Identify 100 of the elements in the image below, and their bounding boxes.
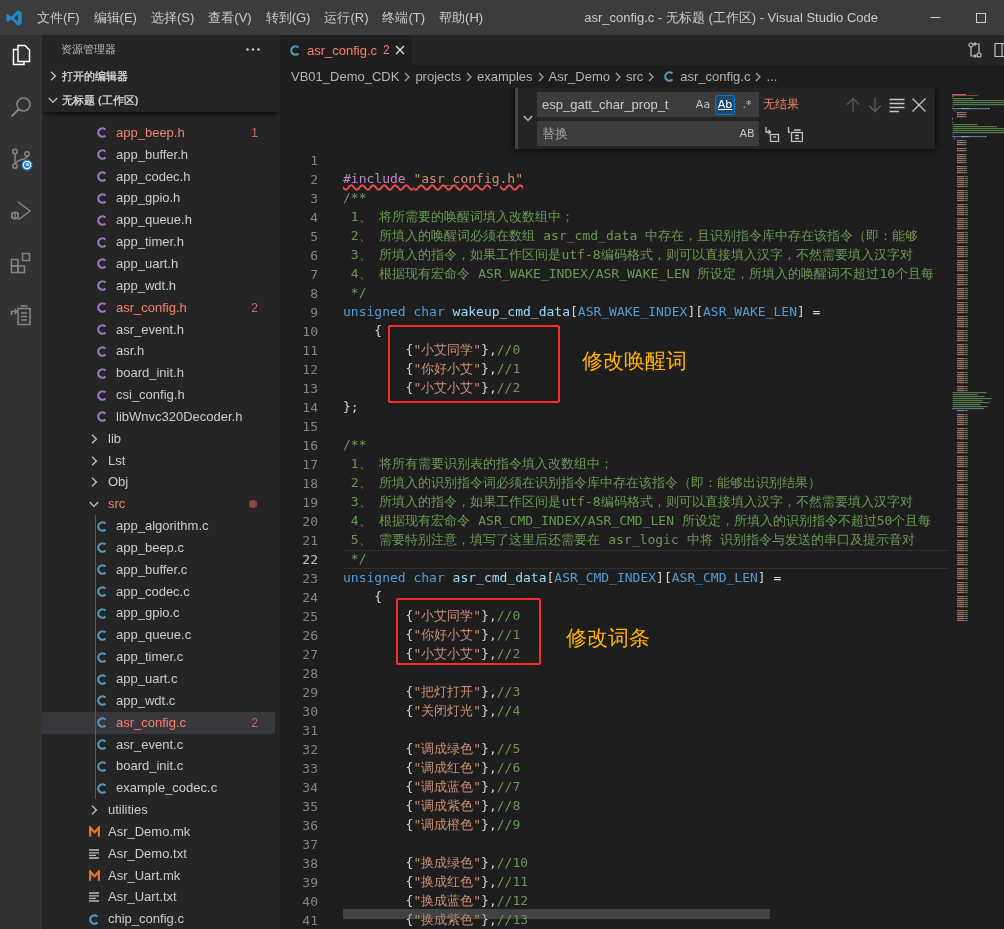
c-file-icon (97, 586, 107, 598)
code-line: {"调成红色"},//6 (405, 759, 521, 777)
menu-item[interactable]: 查看(V) (201, 0, 259, 35)
menu-item[interactable]: 文件(F) (30, 0, 87, 35)
code-line: {"小艾同学"},//0 (405, 341, 521, 359)
compare-icon[interactable] (967, 42, 983, 58)
code-line: { (374, 322, 383, 340)
tree-item[interactable]: utilities (42, 799, 275, 821)
line-number: 13 (301, 380, 318, 398)
section-header[interactable]: 打开的编辑器 (42, 64, 280, 88)
chevron-right-icon (404, 71, 411, 82)
more-icon[interactable] (246, 48, 260, 51)
code-line: {"小艾小艾"},//2 (405, 379, 521, 397)
code-line: {"换成紫色"},//13 (405, 911, 529, 929)
line-number: 7 (309, 266, 318, 284)
c-file-icon (97, 258, 107, 270)
tree-item[interactable]: Obj (42, 471, 275, 494)
breadcrumb-item[interactable]: asr_config.c (659, 69, 751, 84)
line-number: 36 (301, 817, 318, 835)
minimize-icon[interactable] (929, 17, 941, 18)
breadcrumb-item[interactable]: src (626, 69, 644, 84)
line-number: 24 (301, 589, 318, 607)
menu-item[interactable]: 选择(S) (143, 0, 202, 35)
preserve-case-button[interactable]: AB (737, 123, 757, 144)
chevron-right-icon (465, 71, 472, 82)
tree-item[interactable]: asr.h (42, 340, 275, 363)
regex-button[interactable]: .* (737, 94, 757, 115)
code-line: {"调成绿色"},//5 (405, 740, 521, 758)
result-text: 无结果 (763, 96, 799, 113)
line-number: 5 (309, 228, 318, 246)
breadcrumb-item[interactable]: examples (476, 69, 533, 84)
replace-icon[interactable] (764, 125, 780, 142)
code-line: {"关闭灯光"},//4 (405, 702, 521, 720)
code-line: }; (343, 398, 359, 416)
tree-item[interactable]: app_wdt.h (42, 274, 275, 297)
code-line: 3、 所填入的指令，如果工作区间是utf-8编码格式，则可以直接填入汉字，不然需要填入汉字对 (350, 493, 913, 511)
tree-item[interactable]: app_queue.h (42, 209, 275, 232)
breadcrumb-item[interactable]: projects (415, 69, 461, 84)
line-number: 3 (309, 190, 318, 208)
code-line: {"换成红色"},//11 (405, 873, 529, 891)
tree-item[interactable]: chip_config.c (42, 908, 275, 929)
extensions-icon[interactable] (9, 251, 33, 275)
tree-item[interactable]: app_timer.h (42, 231, 275, 254)
tree-item[interactable]: Asr_Uart.mk (42, 864, 275, 887)
chevron-down-icon[interactable] (522, 115, 533, 122)
close-icon[interactable] (911, 96, 927, 113)
breadcrumb-item[interactable]: Asr_Demo (548, 69, 610, 84)
tree-item[interactable]: app_codec.h (42, 165, 275, 188)
document-arrow-icon[interactable] (9, 303, 33, 327)
tree-item[interactable]: lib (42, 427, 275, 450)
split-editor-icon[interactable] (994, 42, 1004, 58)
editor-tab[interactable]: asr_config.c 2 (280, 35, 412, 65)
tree-item[interactable]: board_init.h (42, 362, 275, 385)
tree-item[interactable]: libWnvc320Decoder.h (42, 405, 275, 428)
menu-item[interactable]: 帮助(H) (432, 0, 491, 35)
code-line: #include "asr_config.h" (343, 170, 524, 188)
selection-icon[interactable] (889, 96, 905, 113)
tree-item[interactable]: Asr_Demo.txt (42, 842, 275, 865)
tree-item[interactable]: src (42, 493, 275, 516)
c-file-icon (97, 782, 107, 794)
search-icon[interactable] (9, 95, 33, 119)
menu-item[interactable]: 编辑(E) (86, 0, 144, 35)
line-number: 40 (301, 893, 318, 911)
tree-item[interactable]: asr_config.c 2 (42, 711, 275, 734)
source-control-icon[interactable] (9, 147, 33, 171)
menu-item[interactable]: 终端(T) (375, 0, 433, 35)
match-case-button[interactable]: Aa (693, 94, 713, 115)
line-number: 35 (301, 798, 318, 816)
breadcrumb-item[interactable]: ... (766, 69, 778, 84)
replace-field[interactable]: 替换 AB (537, 121, 759, 146)
tree-item[interactable]: Asr_Uart.txt (42, 886, 275, 909)
line-number: 11 (301, 342, 318, 360)
c-file-icon (97, 171, 107, 183)
tree-item[interactable]: Asr_Demo.mk (42, 821, 275, 843)
tree-item[interactable]: app_beep.h 1 (42, 122, 275, 144)
breadcrumb-item[interactable]: VB01_Demo_CDK (291, 69, 400, 84)
replace-all-icon[interactable] (787, 125, 803, 142)
line-number: 17 (301, 456, 318, 474)
section-header[interactable]: 无标题 (工作区) (42, 88, 280, 112)
tree-item[interactable]: app_buffer.h (42, 143, 275, 166)
code-line: 2、 所填入的唤醒词必须在数组 asr_cmd_data 中存在，且识别指令库中存在该指令（即：能够 (350, 227, 919, 245)
maximize-icon[interactable] (976, 12, 986, 23)
menu-item[interactable]: 转到(G) (258, 0, 318, 35)
line-number: 2 (309, 171, 318, 189)
tree-item[interactable]: asr_config.h 2 (42, 296, 275, 319)
run-debug-icon[interactable] (9, 199, 33, 223)
c-file-icon (97, 389, 107, 401)
line-number: 25 (301, 608, 318, 626)
whole-word-button[interactable]: Ab (715, 94, 735, 115)
tree-item[interactable]: Lst (42, 449, 275, 472)
close-icon[interactable] (395, 45, 405, 55)
chevron-right-icon (537, 71, 544, 82)
tree-item[interactable]: app_gpio.h (42, 187, 275, 210)
menu-item[interactable]: 运行(R) (317, 0, 376, 35)
code-line: {"你好小艾"},//1 (405, 360, 521, 378)
code-line: {"换成绿色"},//10 (405, 854, 529, 872)
find-field[interactable]: esp_gatt_char_prop_t Aa Ab .* (537, 92, 759, 117)
tree-item[interactable]: asr_event.h (42, 318, 275, 341)
tree-item[interactable]: csi_config.h (42, 384, 275, 406)
tree-item[interactable]: app_uart.h (42, 253, 275, 275)
